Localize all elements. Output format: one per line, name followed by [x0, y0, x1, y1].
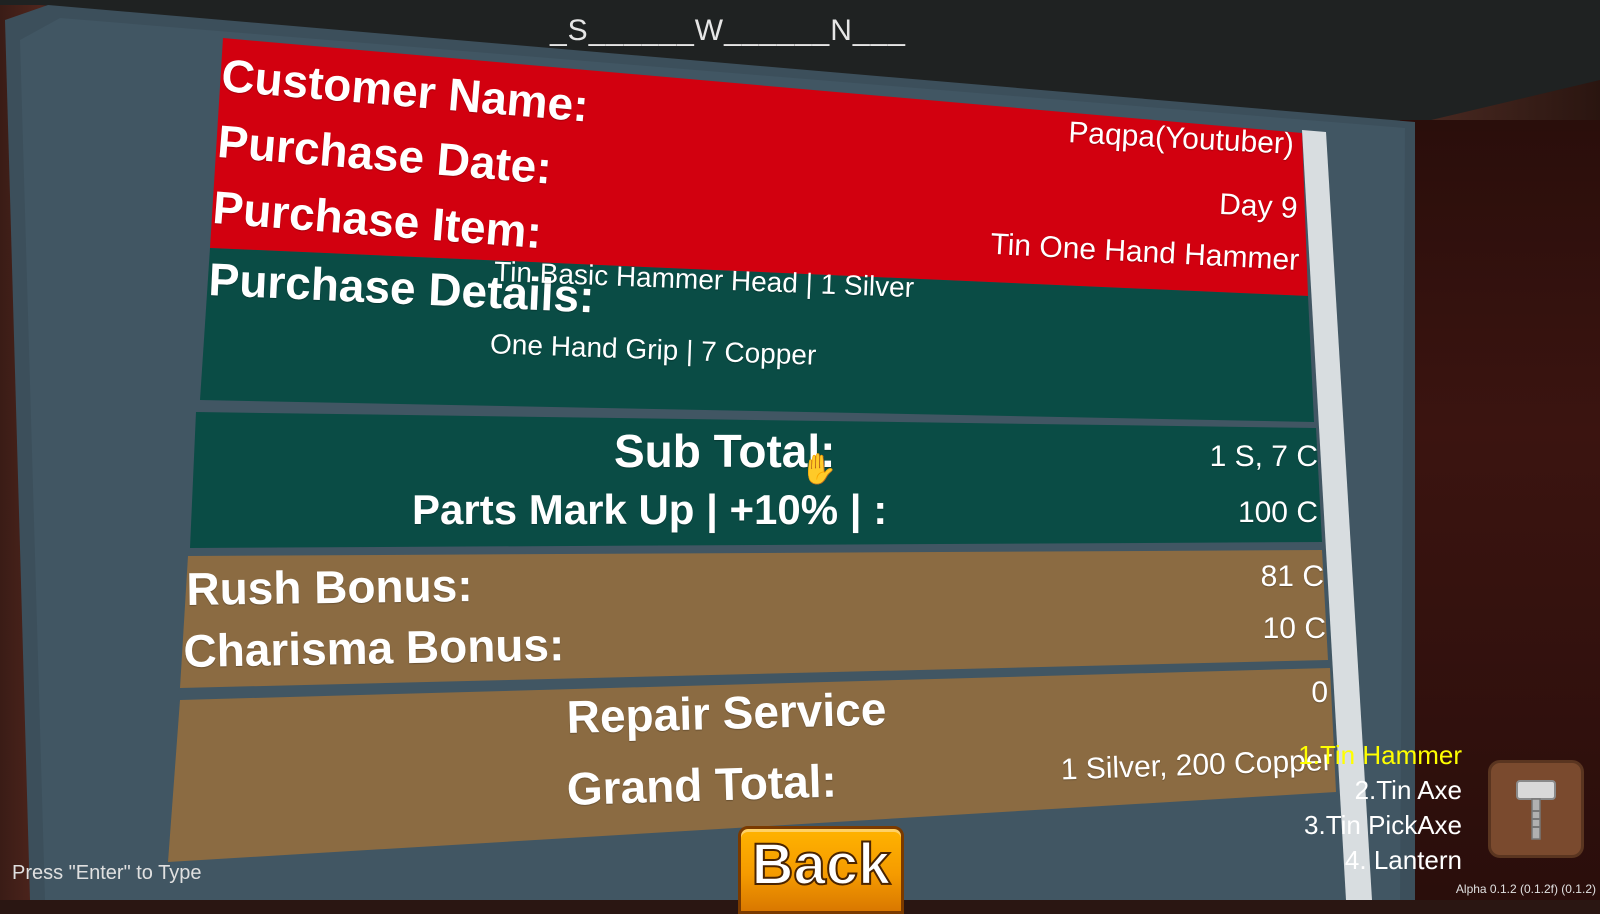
version-label: Alpha 0.1.2 (0.1.2f) (0.1.2) [1455, 882, 1596, 896]
rush-bonus-value: 81 C [1260, 560, 1324, 593]
repair-service-value: 0 [1311, 676, 1328, 709]
markup-label: Parts Mark Up | +10% | : [412, 486, 888, 533]
hotbar-item-tin-pickaxe[interactable]: 3.Tin PickAxe [1298, 808, 1462, 843]
hotbar-item-tin-hammer[interactable]: 1.Tin Hammer [1298, 738, 1462, 773]
type-hint: Press "Enter" to Type [12, 862, 202, 884]
purchase-date-value: Day 9 [1218, 187, 1298, 225]
back-button[interactable]: Back [738, 826, 904, 914]
hammer-icon [1516, 780, 1556, 840]
charisma-bonus-label: Charisma Bonus: [183, 618, 565, 677]
grand-total-label: Grand Total: [566, 754, 838, 815]
equipped-item-slot[interactable] [1488, 760, 1584, 858]
charisma-bonus-value: 10 C [1262, 612, 1326, 645]
markup-value: 100 C [1237, 496, 1318, 529]
hotbar-item-lantern[interactable]: 4. Lantern [1298, 843, 1462, 878]
hand-cursor-icon: ✋ [800, 453, 838, 486]
compass-bar: _S______W______N___ [550, 14, 906, 47]
hotbar-list: 1.Tin Hammer 2.Tin Axe 3.Tin PickAxe 4. … [1298, 738, 1462, 878]
hotbar-item-tin-axe[interactable]: 2.Tin Axe [1298, 773, 1462, 808]
subtotal-value: 1 S, 7 C [1209, 440, 1318, 473]
back-button-label: Back [751, 831, 892, 898]
rush-bonus-label: Rush Bonus: [186, 559, 473, 615]
repair-service-label: Repair Service [566, 682, 887, 743]
